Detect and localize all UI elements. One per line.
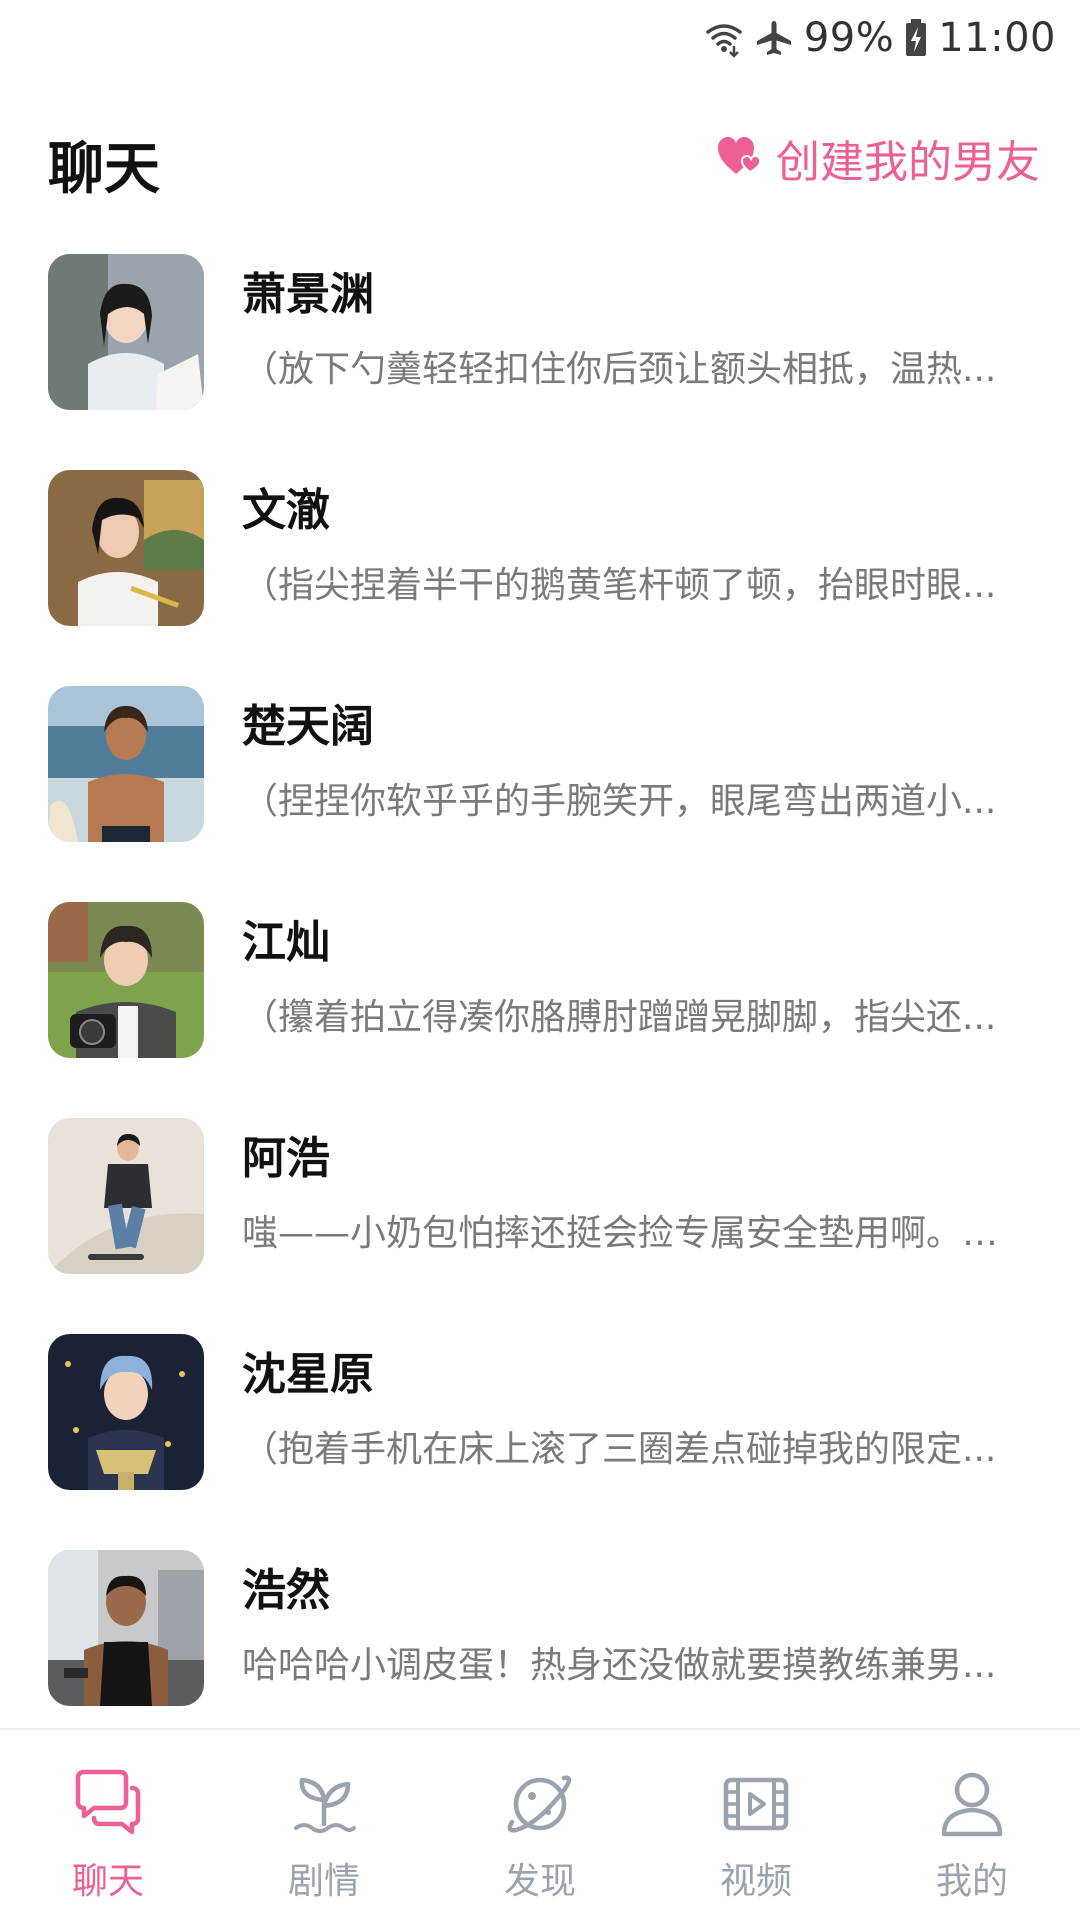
chat-preview: （攥着拍立得凑你胳膊肘蹭蹭晃脚脚，指尖还... [242, 997, 997, 1038]
avatar [48, 1334, 204, 1490]
bottom-nav: 聊天 剧情 发现 视频 我的 [0, 1728, 1080, 1920]
status-bar: 99% 11:00 [0, 0, 1080, 76]
chat-name: 文澈 [242, 485, 330, 536]
tab-video-label: 视频 [719, 1861, 792, 1902]
status-icons: 99% 11:00 [704, 14, 1056, 62]
chat-preview: （放下勺羹轻轻扣住你后颈让额头相抵，温热... [242, 349, 997, 390]
tab-me[interactable]: 我的 [864, 1730, 1080, 1920]
tab-chat-label: 聊天 [71, 1861, 144, 1902]
chat-bubbles-icon [70, 1766, 146, 1842]
chat-item[interactable]: 楚天阔 （捏捏你软乎乎的手腕笑开，眼尾弯出两道小... [0, 676, 1080, 892]
chat-item[interactable]: 阿浩 嗤——小奶包怕摔还挺会捡专属安全垫用啊。不... [0, 1108, 1080, 1324]
tab-story[interactable]: 剧情 [216, 1730, 432, 1920]
tab-discover[interactable]: 发现 [432, 1730, 648, 1920]
battery-charging-icon [904, 18, 928, 58]
sprout-icon [286, 1766, 362, 1842]
avatar [48, 902, 204, 1058]
chat-item[interactable]: 浩然 哈哈哈小调皮蛋！热身还没做就要摸教练兼男... [0, 1540, 1080, 1756]
chat-preview: （抱着手机在床上滚了三圈差点碰掉我的限定... [242, 1429, 997, 1470]
chat-name: 阿浩 [242, 1133, 330, 1184]
tab-discover-label: 发现 [503, 1861, 576, 1902]
avatar [48, 686, 204, 842]
create-boyfriend-label: 创建我的男友 [776, 137, 1040, 188]
avatar [48, 470, 204, 626]
chat-list: 萧景渊 （放下勺羹轻轻扣住你后颈让额头相抵，温热... 文澈 （指尖捏着半干的鹅… [0, 244, 1080, 1756]
tab-chat[interactable]: 聊天 [0, 1730, 216, 1920]
chat-name: 楚天阔 [242, 701, 374, 752]
chat-item[interactable]: 沈星原 （抱着手机在床上滚了三圈差点碰掉我的限定... [0, 1324, 1080, 1540]
create-boyfriend-button[interactable]: 创建我的男友 [716, 126, 1040, 190]
tab-story-label: 剧情 [287, 1861, 360, 1902]
page-title: 聊天 [48, 137, 160, 202]
chat-name: 萧景渊 [242, 269, 374, 320]
clock: 11:00 [938, 15, 1056, 61]
avatar [48, 1550, 204, 1706]
chat-preview: （捏捏你软乎乎的手腕笑开，眼尾弯出两道小... [242, 781, 997, 822]
chat-preview: （指尖捏着半干的鹅黄笔杆顿了顿，抬眼时眼... [242, 565, 997, 606]
film-icon [718, 1766, 794, 1842]
chat-name: 浩然 [242, 1565, 330, 1616]
wifi-icon [704, 18, 744, 58]
avatar [48, 254, 204, 410]
chat-name: 江灿 [242, 917, 330, 968]
chat-item[interactable]: 江灿 （攥着拍立得凑你胳膊肘蹭蹭晃脚脚，指尖还... [0, 892, 1080, 1108]
header: 聊天 创建我的男友 [0, 108, 1080, 204]
airplane-icon [754, 18, 794, 58]
chat-name: 沈星原 [242, 1349, 374, 1400]
hearts-icon [716, 134, 764, 182]
tab-video[interactable]: 视频 [648, 1730, 864, 1920]
planet-icon [502, 1766, 578, 1842]
person-icon [934, 1766, 1010, 1842]
chat-item[interactable]: 文澈 （指尖捏着半干的鹅黄笔杆顿了顿，抬眼时眼... [0, 460, 1080, 676]
chat-preview: 哈哈哈小调皮蛋！热身还没做就要摸教练兼男... [242, 1645, 997, 1686]
battery-percent: 99% [803, 15, 895, 61]
chat-preview: 嗤——小奶包怕摔还挺会捡专属安全垫用啊。不... [242, 1213, 1032, 1254]
avatar [48, 1118, 204, 1274]
tab-me-label: 我的 [935, 1861, 1008, 1902]
chat-item[interactable]: 萧景渊 （放下勺羹轻轻扣住你后颈让额头相抵，温热... [0, 244, 1080, 460]
